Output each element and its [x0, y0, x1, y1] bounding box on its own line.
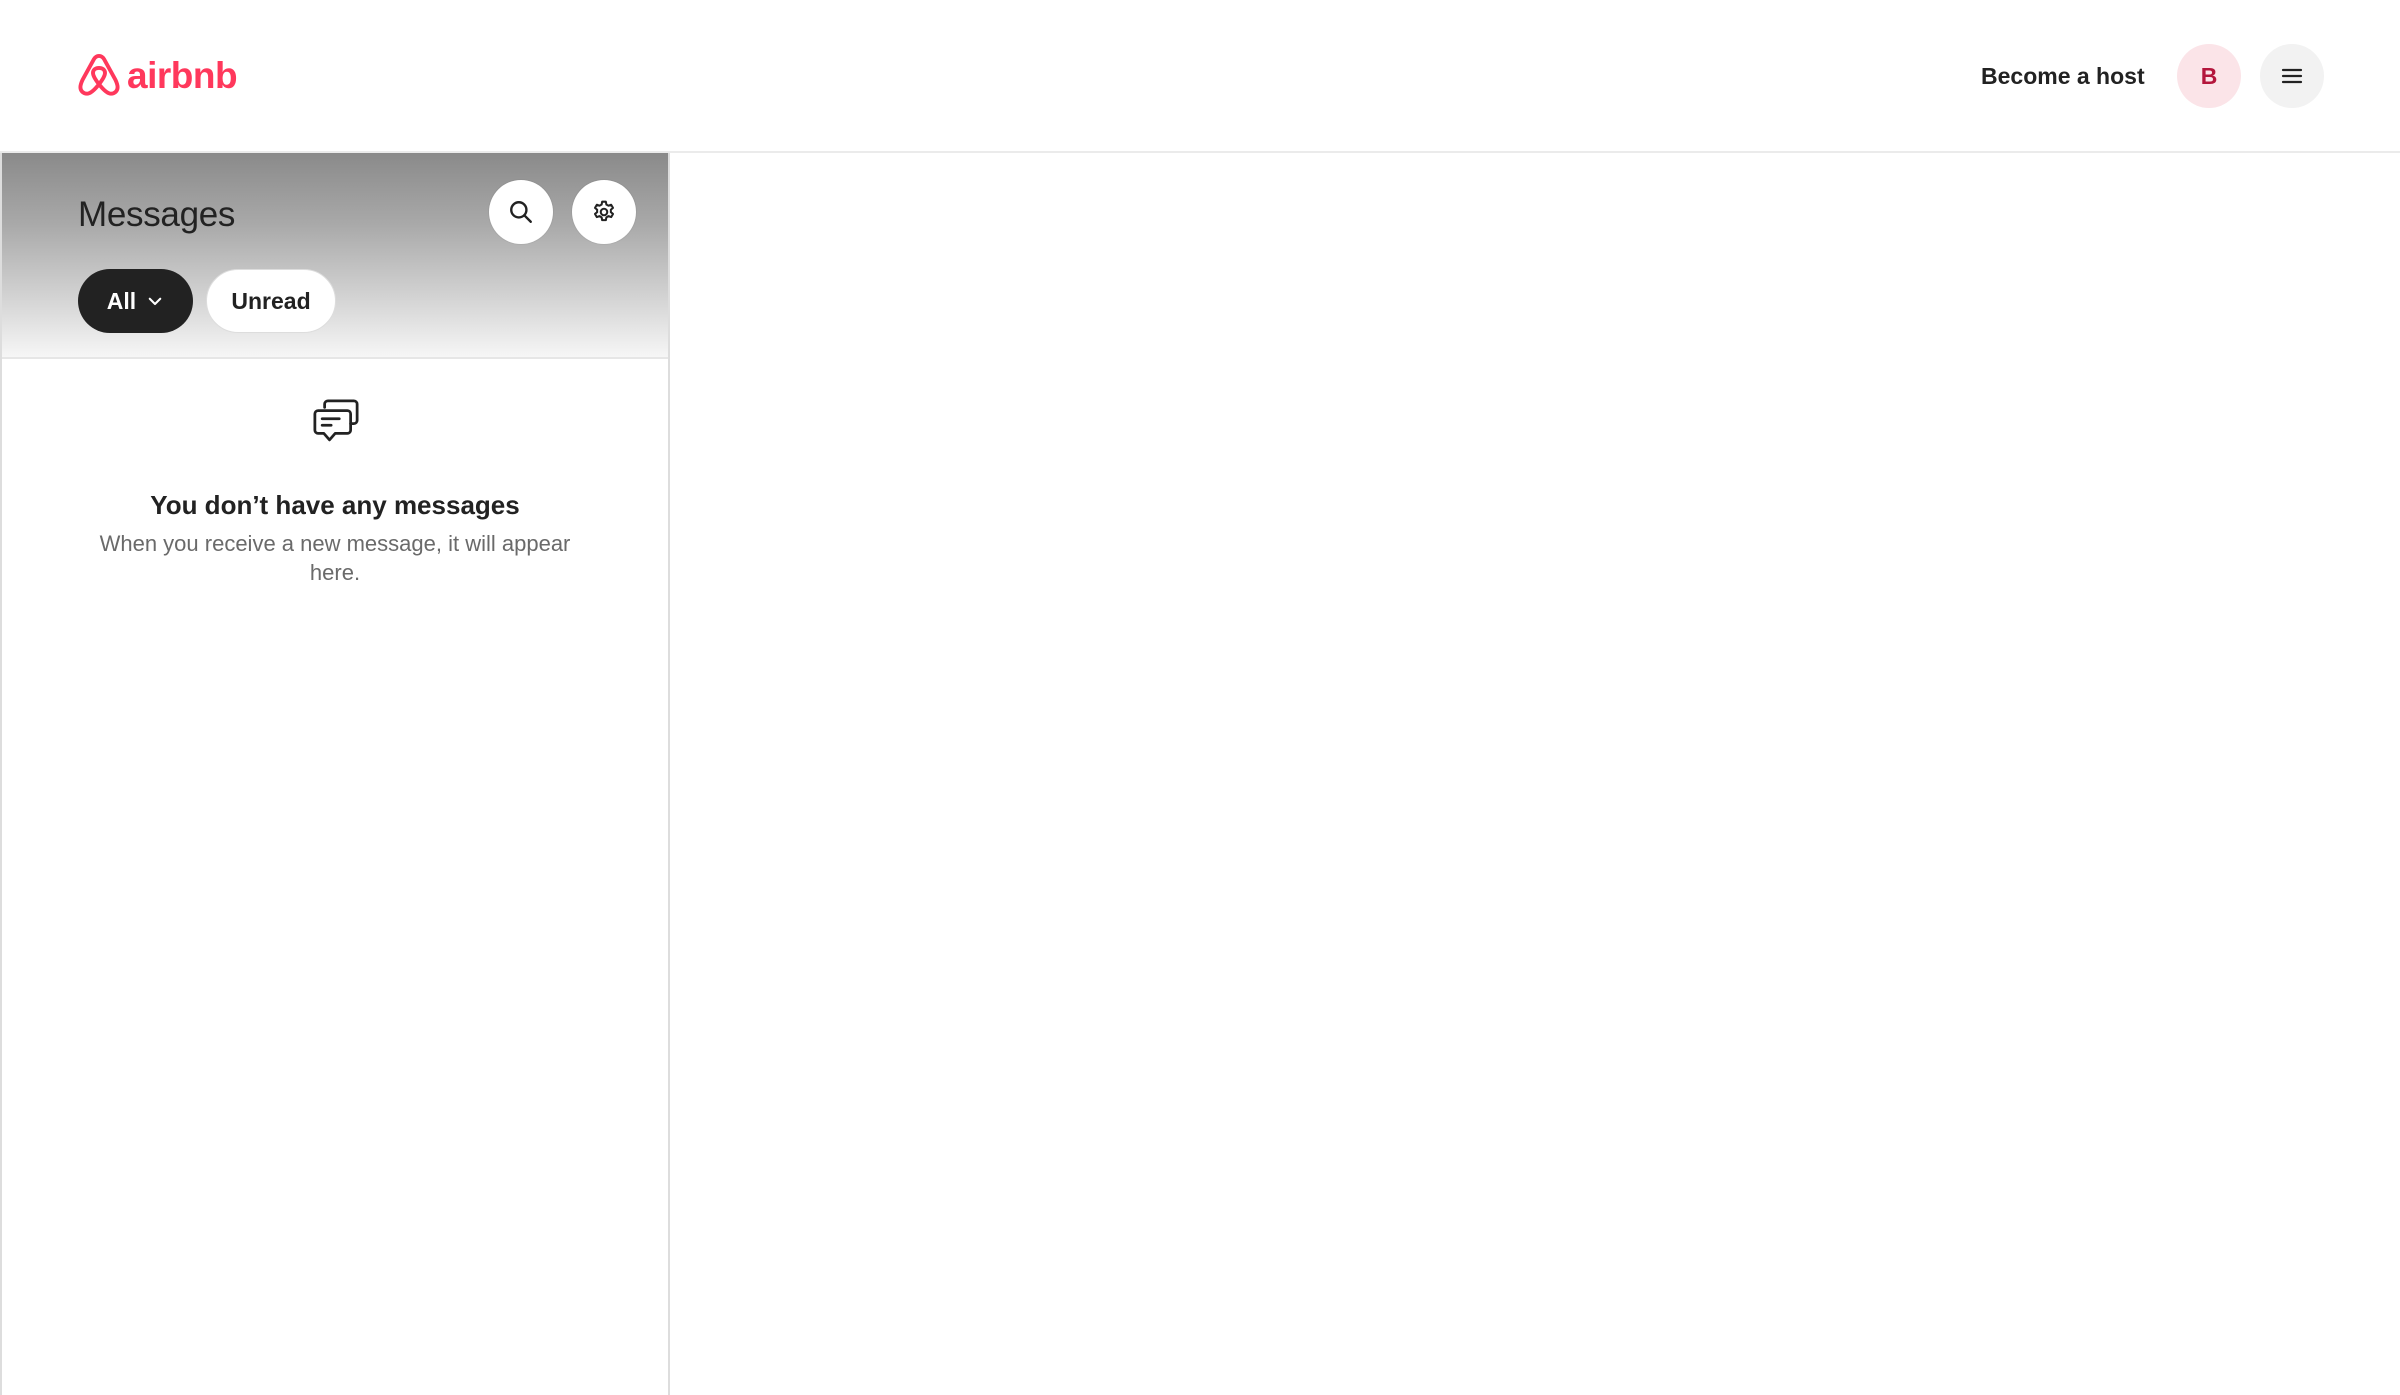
conversation-pane	[670, 153, 2400, 1395]
empty-state-title: You don’t have any messages	[150, 490, 520, 520]
user-avatar-button[interactable]: B	[2177, 44, 2241, 108]
message-settings-button[interactable]	[572, 180, 636, 244]
airbnb-wordmark: airbnb	[127, 55, 238, 96]
messages-sidebar: Messages All Unread You don’t have any m…	[0, 153, 670, 1395]
filter-unread-label: Unread	[231, 287, 311, 314]
filter-all-dropdown[interactable]: All	[78, 269, 193, 333]
hamburger-menu-icon	[2281, 68, 2303, 84]
filter-unread-button[interactable]: Unread	[206, 269, 336, 333]
search-icon	[510, 201, 532, 223]
gear-icon	[593, 200, 615, 222]
empty-state-description: When you receive a new message, it will …	[99, 531, 571, 585]
page-title: Messages	[78, 195, 236, 234]
search-messages-button[interactable]	[489, 180, 553, 244]
become-a-host-button[interactable]: Become a host	[1963, 44, 2163, 108]
main-menu-button[interactable]	[2260, 44, 2324, 108]
avatar-initial: B	[2200, 62, 2218, 89]
chevron-down-icon	[148, 297, 162, 306]
filter-all-label: All	[106, 287, 137, 314]
messages-header: Messages All Unread	[2, 153, 668, 359]
airbnb-logo[interactable]: airbnb	[75, 49, 238, 103]
chat-bubbles-icon	[313, 399, 359, 442]
airbnb-belo-icon	[78, 53, 120, 96]
top-header: airbnb Become a host B	[0, 0, 2400, 153]
